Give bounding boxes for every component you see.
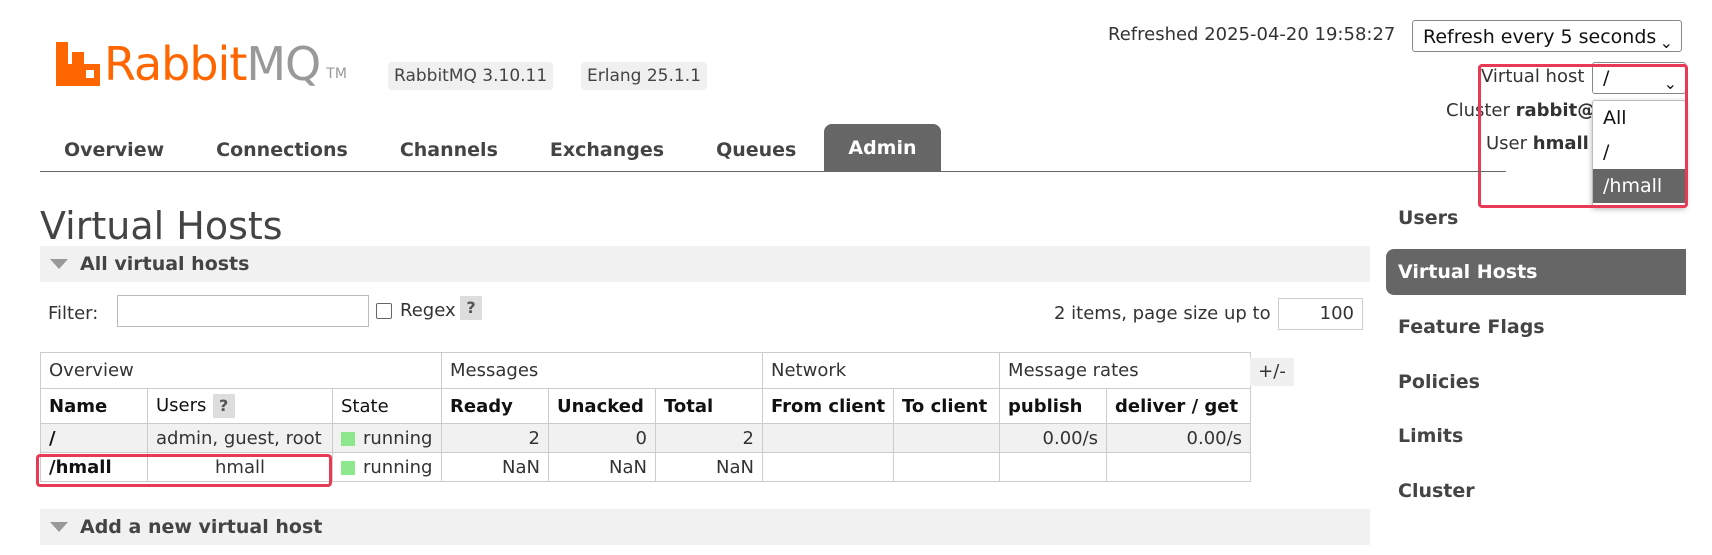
tab-channels[interactable]: Channels bbox=[376, 136, 526, 172]
group-network: Network bbox=[761, 352, 1001, 389]
refreshed-timestamp: Refreshed 2025-04-20 19:58:27 bbox=[1108, 24, 1396, 45]
highlight-box-hmall-row bbox=[36, 454, 332, 487]
vhost-users: admin, guest, root bbox=[147, 423, 333, 453]
vhost-state: running bbox=[332, 452, 442, 482]
vhost-state-text: running bbox=[363, 456, 433, 478]
vhost-from-client bbox=[761, 423, 895, 453]
column-ready[interactable]: Ready bbox=[441, 388, 549, 424]
items-count-text: 2 items, page size up to bbox=[1054, 303, 1271, 324]
section-all-virtual-hosts-label: All virtual hosts bbox=[80, 253, 250, 275]
sidebar-item-users[interactable]: Users bbox=[1386, 195, 1686, 241]
vhost-from-client bbox=[761, 452, 895, 482]
sidebar-item-limits[interactable]: Limits bbox=[1386, 413, 1686, 459]
vhost-publish-rate: 0.00/s bbox=[999, 423, 1108, 453]
vhost-ready: 2 bbox=[441, 423, 549, 453]
vhost-total: NaN bbox=[655, 452, 763, 482]
vhost-unacked: NaN bbox=[548, 452, 656, 482]
section-add-virtual-host-label: Add a new virtual host bbox=[80, 516, 323, 538]
vhost-state-text: running bbox=[363, 427, 433, 449]
regex-label: Regex bbox=[400, 300, 456, 321]
column-users-label: Users bbox=[156, 395, 207, 416]
erlang-version-badge: Erlang 25.1.1 bbox=[581, 62, 707, 90]
filter-label: Filter: bbox=[48, 303, 99, 324]
page-title: Virtual Hosts bbox=[40, 204, 283, 248]
vhost-ready: NaN bbox=[441, 452, 549, 482]
rabbit-logo-icon bbox=[56, 42, 100, 86]
section-all-virtual-hosts[interactable]: All virtual hosts bbox=[40, 246, 1370, 282]
vhost-total: 2 bbox=[655, 423, 763, 453]
collapse-triangle-icon bbox=[50, 521, 68, 532]
page-size-input[interactable]: 100 bbox=[1278, 298, 1363, 330]
filter-input[interactable] bbox=[117, 295, 369, 327]
main-tabs: Overview Connections Channels Exchanges … bbox=[40, 124, 941, 172]
vhost-to-client bbox=[893, 452, 1001, 482]
tab-admin[interactable]: Admin bbox=[824, 124, 941, 172]
sidebar-item-policies[interactable]: Policies bbox=[1386, 359, 1686, 405]
vhost-unacked: 0 bbox=[548, 423, 656, 453]
column-publish[interactable]: publish bbox=[999, 388, 1108, 424]
table-row[interactable]: / admin, guest, root running 2 0 2 0.00/… bbox=[40, 423, 1252, 453]
vhost-deliver-get-rate bbox=[1106, 452, 1252, 482]
refresh-select-value: Refresh every 5 seconds bbox=[1423, 26, 1657, 48]
group-message-rates: Message rates bbox=[999, 352, 1252, 389]
column-to-client[interactable]: To client bbox=[893, 388, 1001, 424]
regex-checkbox[interactable] bbox=[376, 303, 392, 319]
column-unacked[interactable]: Unacked bbox=[548, 388, 656, 424]
highlight-box-virtual-host bbox=[1478, 64, 1688, 208]
rabbitmq-logo[interactable]: Rabbit MQ TM bbox=[56, 36, 347, 91]
column-total[interactable]: Total bbox=[655, 388, 763, 424]
vhost-publish-rate bbox=[999, 452, 1108, 482]
logo-tm: TM bbox=[326, 66, 347, 82]
chevron-down-icon: ⌄ bbox=[1659, 33, 1673, 52]
group-messages: Messages bbox=[441, 352, 763, 389]
tab-overview[interactable]: Overview bbox=[40, 136, 192, 172]
rabbitmq-version-badge: RabbitMQ 3.10.11 bbox=[388, 62, 554, 90]
users-help-button[interactable]: ? bbox=[212, 394, 235, 418]
vhost-to-client bbox=[893, 423, 1001, 453]
regex-help-button[interactable]: ? bbox=[460, 296, 482, 320]
tabs-divider bbox=[40, 171, 1506, 172]
column-from-client[interactable]: From client bbox=[761, 388, 895, 424]
sidebar-item-cluster[interactable]: Cluster bbox=[1386, 468, 1686, 514]
logo-mq-text: MQ bbox=[246, 37, 321, 91]
vhost-deliver-get-rate: 0.00/s bbox=[1106, 423, 1252, 453]
tab-exchanges[interactable]: Exchanges bbox=[526, 136, 692, 172]
vhost-state: running bbox=[332, 423, 442, 453]
sidebar-item-feature-flags[interactable]: Feature Flags bbox=[1386, 304, 1686, 350]
column-deliver-get[interactable]: deliver / get bbox=[1106, 388, 1252, 424]
column-toggle-button[interactable]: +/- bbox=[1250, 358, 1294, 386]
tab-connections[interactable]: Connections bbox=[192, 136, 376, 172]
collapse-triangle-icon bbox=[50, 258, 68, 269]
status-running-indicator bbox=[341, 460, 355, 475]
column-state[interactable]: State bbox=[332, 388, 442, 424]
tab-queues[interactable]: Queues bbox=[692, 136, 824, 172]
vhost-name-link[interactable]: / bbox=[40, 423, 148, 453]
column-users[interactable]: Users ? bbox=[147, 388, 333, 424]
group-overview: Overview bbox=[40, 352, 442, 389]
section-add-virtual-host[interactable]: Add a new virtual host bbox=[40, 509, 1370, 545]
sidebar-item-virtual-hosts[interactable]: Virtual Hosts bbox=[1386, 249, 1686, 295]
logo-rabbit-text: Rabbit bbox=[104, 37, 247, 91]
column-name[interactable]: Name bbox=[40, 388, 148, 424]
status-running-indicator bbox=[341, 431, 355, 446]
refresh-interval-select[interactable]: Refresh every 5 seconds ⌄ bbox=[1412, 20, 1682, 52]
